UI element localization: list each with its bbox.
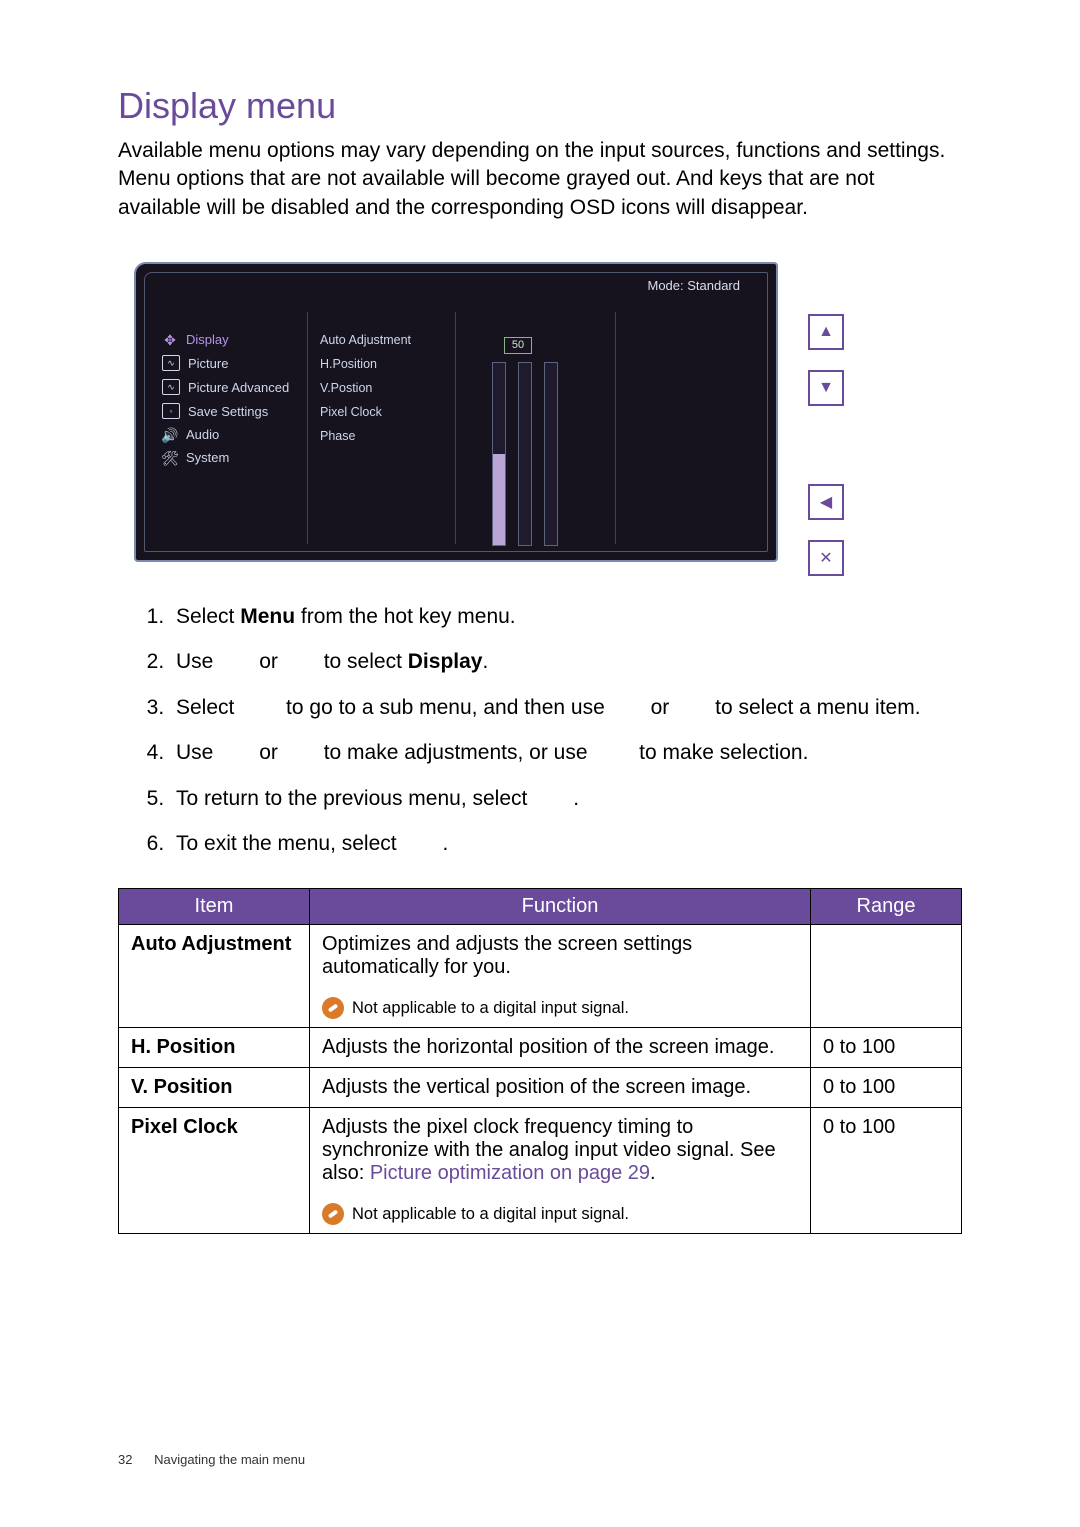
- step-1: Select Menu from the hot key menu.: [170, 602, 962, 631]
- menu-item-save-settings[interactable]: ◦ Save Settings: [162, 399, 297, 423]
- cell-item: H. Position: [119, 1028, 310, 1068]
- note: Not applicable to a digital input signal…: [322, 1203, 798, 1225]
- down-arrow-icon: ▼: [818, 379, 834, 397]
- table-row: Auto Adjustment Optimizes and adjusts th…: [119, 925, 962, 1028]
- cell-item: Auto Adjustment: [119, 925, 310, 1028]
- osd-submenu-list: Auto Adjustment H.Position V.Postion Pix…: [308, 312, 455, 464]
- page-number: 32: [118, 1452, 132, 1467]
- cross-reference-link[interactable]: Picture optimization on page 29: [370, 1162, 650, 1184]
- menu-item-label: Picture Advanced: [188, 380, 289, 395]
- note-text: Not applicable to a digital input signal…: [352, 999, 629, 1018]
- menu-item-audio[interactable]: 🔊 Audio: [162, 423, 297, 446]
- table-row: V. Position Adjusts the vertical positio…: [119, 1068, 962, 1108]
- footer-section: Navigating the main menu: [154, 1452, 305, 1467]
- step-3: Select to go to a sub menu, and then use…: [170, 693, 962, 722]
- cell-range: 0 to 100: [811, 1068, 962, 1108]
- menu-item-label: Display: [186, 332, 229, 347]
- menu-item-label: Save Settings: [188, 404, 268, 419]
- menu-item-picture-advanced[interactable]: ∿ Picture Advanced: [162, 375, 297, 399]
- menu-item-picture[interactable]: ∿ Picture: [162, 351, 297, 375]
- nav-down-button[interactable]: ▼: [808, 370, 844, 406]
- osd-value-display: 50: [504, 337, 532, 354]
- note: Not applicable to a digital input signal…: [322, 997, 798, 1019]
- note-icon: [322, 1203, 344, 1225]
- nav-up-button[interactable]: ▲: [808, 314, 844, 350]
- cell-function: Optimizes and adjusts the screen setting…: [310, 925, 811, 1028]
- menu-item-system[interactable]: 🛠 System: [162, 446, 297, 469]
- audio-icon: 🔊: [162, 428, 178, 442]
- submenu-item[interactable]: V.Postion: [320, 376, 443, 400]
- step-5: To return to the previous menu, select .: [170, 784, 962, 813]
- picture-advanced-icon: ∿: [162, 379, 180, 395]
- menu-item-label: Picture: [188, 356, 228, 371]
- osd-side-buttons: ▲ ▼ ◀ ✕: [808, 314, 844, 576]
- osd-menu-list: ✥ Display ∿ Picture ∿ Picture Advanced: [152, 312, 307, 485]
- submenu-item[interactable]: Auto Adjustment: [320, 328, 443, 352]
- cell-function: Adjusts the pixel clock frequency timing…: [310, 1108, 811, 1234]
- menu-item-label: Audio: [186, 427, 219, 442]
- left-arrow-icon: ◀: [820, 492, 832, 512]
- osd-mode-label: Mode: Standard: [641, 278, 746, 293]
- submenu-item[interactable]: Pixel Clock: [320, 400, 443, 424]
- step-2: Use or to select Display.: [170, 647, 962, 676]
- submenu-item[interactable]: Phase: [320, 424, 443, 448]
- note-icon: [322, 997, 344, 1019]
- page-title: Display menu: [118, 85, 962, 127]
- cell-range: 0 to 100: [811, 1108, 962, 1234]
- table-row: Pixel Clock Adjusts the pixel clock freq…: [119, 1108, 962, 1234]
- cell-item: Pixel Clock: [119, 1108, 310, 1234]
- cell-range: [811, 925, 962, 1028]
- osd-value-bars: [492, 362, 558, 546]
- menu-item-label: System: [186, 450, 229, 465]
- nav-back-button[interactable]: ◀: [808, 484, 844, 520]
- reference-table: Item Function Range Auto Adjustment Opti…: [118, 888, 962, 1234]
- display-icon: ✥: [162, 333, 178, 347]
- submenu-item[interactable]: H.Position: [320, 352, 443, 376]
- nav-close-button[interactable]: ✕: [808, 540, 844, 576]
- cell-range: 0 to 100: [811, 1028, 962, 1068]
- system-icon: 🛠: [162, 451, 178, 465]
- col-header-function: Function: [310, 889, 811, 925]
- note-text: Not applicable to a digital input signal…: [352, 1205, 629, 1224]
- table-row: H. Position Adjusts the horizontal posit…: [119, 1028, 962, 1068]
- cell-function: Adjusts the vertical position of the scr…: [310, 1068, 811, 1108]
- col-header-range: Range: [811, 889, 962, 925]
- instruction-steps: Select Menu from the hot key menu. Use o…: [148, 602, 962, 858]
- osd-screenshot: Mode: Standard ✥ Display ∿ Picture ∿: [134, 262, 844, 572]
- save-settings-icon: ◦: [162, 403, 180, 419]
- up-arrow-icon: ▲: [818, 323, 834, 341]
- step-4: Use or to make adjustments, or use to ma…: [170, 738, 962, 767]
- intro-text: Available menu options may vary dependin…: [118, 137, 962, 222]
- picture-icon: ∿: [162, 355, 180, 371]
- cell-function: Adjusts the horizontal position of the s…: [310, 1028, 811, 1068]
- cell-item: V. Position: [119, 1068, 310, 1108]
- page-footer: 32 Navigating the main menu: [118, 1452, 305, 1467]
- menu-item-display[interactable]: ✥ Display: [162, 328, 297, 351]
- col-header-item: Item: [119, 889, 310, 925]
- close-icon: ✕: [819, 548, 832, 568]
- step-6: To exit the menu, select .: [170, 829, 962, 858]
